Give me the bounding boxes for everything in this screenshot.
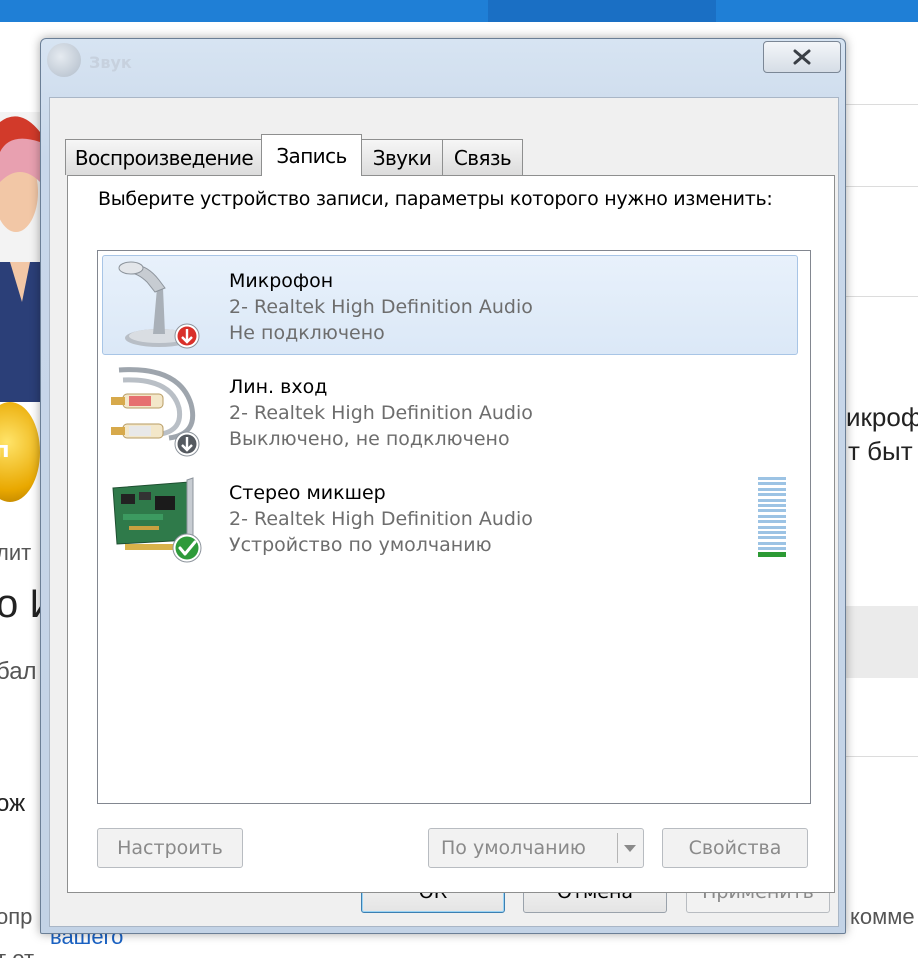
divider: [846, 104, 918, 105]
close-icon: [793, 49, 811, 65]
background-text: т от: [0, 946, 34, 958]
divider: [846, 296, 918, 297]
device-status: Устройство по умолчанию: [229, 534, 492, 556]
dialog-body: Воспроизведение Запись Звуки Связь Выбер…: [49, 97, 839, 927]
background-text: икроф: [846, 402, 918, 432]
background-page-left: уп лит о И бал ож опр т от: [0, 22, 58, 958]
level-meter-segment: [758, 493, 786, 497]
properties-button[interactable]: Свойства: [662, 828, 808, 868]
level-meter-segment: [758, 498, 786, 502]
tab-playback[interactable]: Воспроизведение: [65, 139, 263, 175]
list-item-microphone[interactable]: Микрофон 2- Realtek High Definition Audi…: [102, 255, 798, 355]
level-meter-segment: [758, 536, 786, 540]
level-meter-segment: [758, 514, 786, 518]
level-meter-segment: [758, 552, 786, 558]
line-in-cable-icon: [111, 367, 200, 457]
browser-top-bar-segment: [488, 0, 716, 22]
avatar: [0, 112, 40, 402]
level-meter-segment: [758, 503, 786, 507]
device-status: Выключено, не подключено: [229, 428, 510, 450]
sound-dialog: Звук Воспроизведение Запись Звуки Связь …: [40, 38, 846, 934]
background-text: ож: [0, 790, 26, 817]
split-separator: [617, 833, 618, 863]
chevron-down-icon[interactable]: [624, 845, 636, 852]
background-text: т быт: [848, 436, 913, 466]
device-status: Не подключено: [229, 322, 385, 344]
level-meter-segment: [758, 541, 786, 545]
tab-communications[interactable]: Связь: [442, 139, 523, 175]
device-driver: 2- Realtek High Definition Audio: [229, 296, 533, 318]
sound-card-icon: [112, 477, 202, 563]
level-meter-segment: [758, 487, 786, 491]
divider: [846, 186, 918, 187]
level-meter-segment: [758, 482, 786, 486]
tab-sounds[interactable]: Звуки: [361, 139, 443, 175]
level-meter-segment: [758, 477, 786, 480]
level-meter-segment: [758, 509, 786, 513]
coin-badge-text: уп: [0, 438, 10, 463]
recording-device-list[interactable]: Микрофон 2- Realtek High Definition Audi…: [97, 250, 811, 804]
background-text: комме: [850, 904, 915, 929]
level-meter-segment: [758, 530, 786, 534]
tab-recording[interactable]: Запись: [261, 134, 362, 176]
set-default-button-label: По умолчанию: [441, 837, 586, 859]
device-driver: 2- Realtek High Definition Audio: [229, 402, 533, 424]
background-text: лит: [0, 540, 32, 565]
level-meter: [758, 477, 786, 558]
title-bar[interactable]: Звук: [41, 39, 845, 97]
background-page-right: икроф т быт комме: [846, 22, 918, 958]
microphone-icon: [118, 261, 200, 349]
level-meter-segment: [758, 547, 786, 551]
background-panel: [846, 606, 918, 678]
device-name: Лин. вход: [229, 376, 328, 398]
configure-button[interactable]: Настроить: [97, 828, 243, 868]
set-default-button[interactable]: По умолчанию: [428, 828, 644, 868]
list-item-stereo-mixer[interactable]: Стерео микшер 2- Realtek High Definition…: [102, 467, 798, 567]
background-text: опр: [0, 904, 33, 929]
background-text: бал: [0, 658, 37, 685]
level-meter-segment: [758, 525, 786, 529]
speaker-icon: [47, 43, 81, 77]
close-button[interactable]: [763, 41, 841, 73]
device-name: Микрофон: [229, 270, 334, 292]
divider: [846, 756, 918, 757]
level-meter-segment: [758, 520, 786, 524]
list-item-line-in[interactable]: Лин. вход 2- Realtek High Definition Aud…: [102, 361, 798, 461]
browser-top-bar: [0, 0, 918, 22]
instruction-text: Выберите устройство записи, параметры ко…: [98, 188, 773, 210]
device-driver: 2- Realtek High Definition Audio: [229, 508, 533, 530]
coin-badge: уп: [0, 402, 40, 502]
device-name: Стерео микшер: [229, 482, 386, 504]
dialog-title: Звук: [89, 53, 132, 72]
recording-tab-panel: Выберите устройство записи, параметры ко…: [67, 175, 835, 893]
